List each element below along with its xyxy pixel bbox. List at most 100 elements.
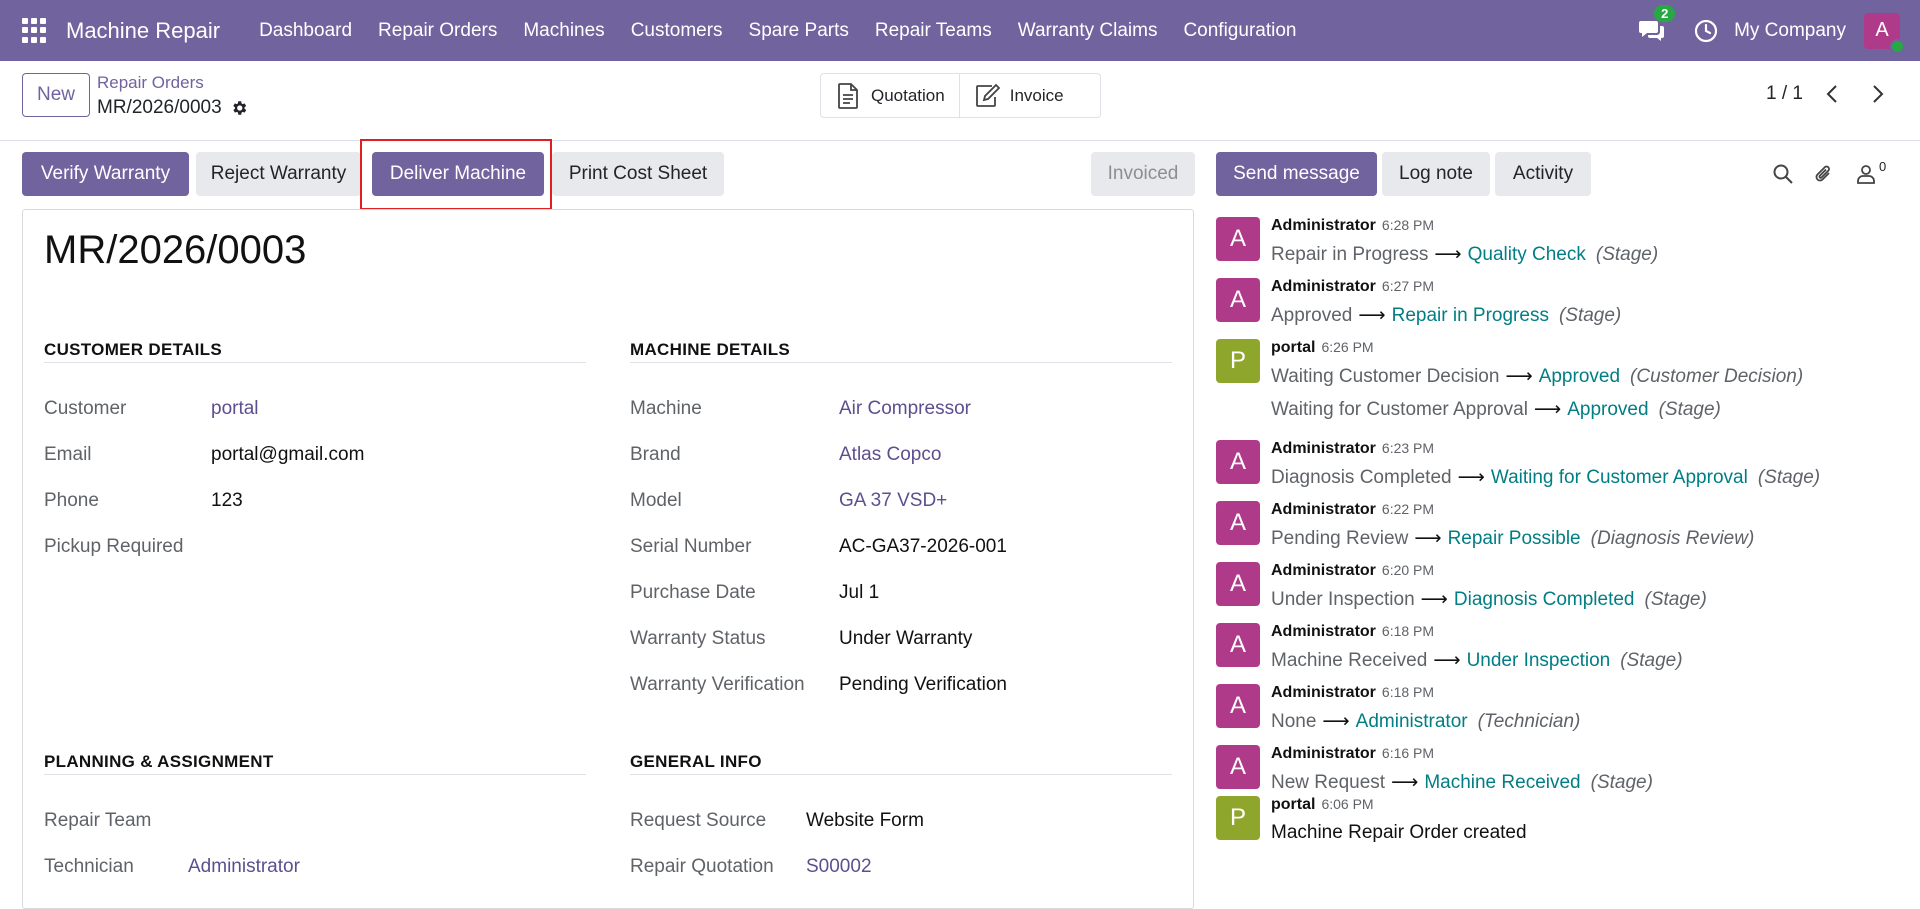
verify-warranty-button[interactable]: Verify Warranty <box>22 152 189 196</box>
warranty-verification-value[interactable]: Pending Verification <box>839 674 1007 696</box>
new-value[interactable]: Administrator <box>1356 711 1468 732</box>
message-author[interactable]: Administrator 6:20 PM <box>1271 562 1434 580</box>
arrow-icon: ⟶ <box>1433 650 1461 671</box>
menu-spare-parts[interactable]: Spare Parts <box>736 20 862 42</box>
request-source-value[interactable]: Website Form <box>806 810 924 832</box>
message-avatar[interactable]: A <box>1216 217 1260 261</box>
message-author[interactable]: Administrator 6:16 PM <box>1271 745 1434 763</box>
message-avatar[interactable]: A <box>1216 684 1260 728</box>
tracking-change: Waiting for Customer Approval ⟶ Approved (S… <box>1271 398 1721 421</box>
message-author[interactable]: Administrator 6:28 PM <box>1271 217 1434 235</box>
new-value[interactable]: Approved <box>1539 366 1620 387</box>
message-avatar[interactable]: A <box>1216 562 1260 606</box>
message-author[interactable]: portal 6:06 PM <box>1271 796 1374 814</box>
old-value: None <box>1271 711 1317 732</box>
chat-count-badge: 2 <box>1654 4 1676 22</box>
menu-configuration[interactable]: Configuration <box>1170 20 1309 42</box>
quotation-label: Quotation <box>871 85 945 105</box>
followers-count: 0 <box>1879 159 1887 174</box>
customer-value[interactable]: portal <box>211 398 259 420</box>
company-switcher[interactable]: My Company <box>1734 20 1846 42</box>
message-avatar[interactable]: A <box>1216 501 1260 545</box>
menu-machines[interactable]: Machines <box>510 20 617 42</box>
brand-value[interactable]: Atlas Copco <box>839 444 941 466</box>
serial-label: Serial Number <box>630 536 752 557</box>
new-value[interactable]: Repair in Progress <box>1392 305 1549 326</box>
warranty-status-value[interactable]: Under Warranty <box>839 628 972 650</box>
purchase-date-value[interactable]: Jul 1 <box>839 582 879 604</box>
clock-icon[interactable] <box>1694 19 1718 43</box>
user-avatar[interactable]: A <box>1864 12 1905 54</box>
message-author[interactable]: Administrator 6:18 PM <box>1271 684 1434 702</box>
chat-icon[interactable]: 2 <box>1638 4 1676 45</box>
message-author[interactable]: Administrator 6:23 PM <box>1271 440 1434 458</box>
old-value: Waiting for Customer Approval <box>1271 399 1528 420</box>
pickup-label: Pickup Required <box>44 536 184 557</box>
paperclip-icon[interactable] <box>1813 163 1835 185</box>
repair-quotation-label: Repair Quotation <box>630 856 774 877</box>
menu-repair-orders[interactable]: Repair Orders <box>365 20 510 42</box>
chevron-right-icon[interactable] <box>1866 83 1888 105</box>
message-avatar[interactable]: A <box>1216 623 1260 667</box>
message-time: 6:20 PM <box>1381 562 1435 578</box>
message-avatar[interactable]: A <box>1216 440 1260 484</box>
apps-grid-icon[interactable] <box>22 17 48 44</box>
menu-warranty-claims[interactable]: Warranty Claims <box>1005 20 1171 42</box>
new-value[interactable]: Approved <box>1567 399 1648 420</box>
breadcrumb-repair-orders[interactable]: Repair Orders <box>97 73 204 93</box>
technician-label: Technician <box>44 856 134 877</box>
repair-quotation-value[interactable]: S00002 <box>806 856 872 878</box>
message-avatar[interactable]: P <box>1216 796 1260 840</box>
tracked-field: (Technician) <box>1477 711 1581 732</box>
new-value[interactable]: Waiting for Customer Approval <box>1491 467 1748 488</box>
new-value[interactable]: Machine Received <box>1424 772 1580 793</box>
message-avatar[interactable]: A <box>1216 745 1260 789</box>
app-name[interactable]: Machine Repair <box>66 18 220 44</box>
smart-buttons: Quotation Invoice <box>820 73 1101 118</box>
customer-label: Customer <box>44 398 127 419</box>
message-body: Machine Repair Order created <box>1271 822 1527 843</box>
tracking-change: None ⟶ Administrator (Technician) <box>1271 710 1580 733</box>
machine-details-heading: MACHINE DETAILS <box>630 340 791 359</box>
message-author[interactable]: Administrator 6:22 PM <box>1271 501 1434 519</box>
message-author[interactable]: Administrator 6:18 PM <box>1271 623 1434 641</box>
new-button[interactable]: New <box>22 73 90 117</box>
old-value: Diagnosis Completed <box>1271 467 1452 488</box>
new-value[interactable]: Quality Check <box>1468 244 1586 265</box>
model-value[interactable]: GA 37 VSD+ <box>839 490 947 512</box>
arrow-icon: ⟶ <box>1457 467 1485 488</box>
email-value[interactable]: portal@gmail.com <box>211 444 364 466</box>
search-icon[interactable] <box>1772 163 1794 185</box>
message-time: 6:18 PM <box>1381 684 1435 700</box>
log-note-button[interactable]: Log note <box>1382 152 1490 196</box>
menu-dashboard[interactable]: Dashboard <box>246 20 365 42</box>
planning-heading: PLANNING & ASSIGNMENT <box>44 752 274 771</box>
new-value[interactable]: Repair Possible <box>1448 528 1581 549</box>
new-value[interactable]: Diagnosis Completed <box>1454 589 1635 610</box>
menu-repair-teams[interactable]: Repair Teams <box>862 20 1005 42</box>
technician-value[interactable]: Administrator <box>188 856 300 878</box>
machine-value[interactable]: Air Compressor <box>839 398 971 420</box>
serial-value[interactable]: AC-GA37-2026-001 <box>839 536 1007 558</box>
activity-button[interactable]: Activity <box>1495 152 1591 196</box>
message-author[interactable]: portal 6:26 PM <box>1271 339 1374 357</box>
quotation-smart-button[interactable]: Quotation <box>821 74 959 117</box>
menu-customers[interactable]: Customers <box>618 20 736 42</box>
new-value[interactable]: Under Inspection <box>1467 650 1611 671</box>
top-navbar: Machine Repair Dashboard Repair Orders M… <box>0 0 1920 61</box>
print-cost-sheet-button[interactable]: Print Cost Sheet <box>552 152 724 196</box>
message-avatar[interactable]: A <box>1216 278 1260 322</box>
gear-icon[interactable] <box>230 99 248 117</box>
followers-icon[interactable] <box>1855 163 1877 185</box>
message-author[interactable]: Administrator 6:27 PM <box>1271 278 1434 296</box>
message-avatar[interactable]: P <box>1216 339 1260 383</box>
repair-team-label: Repair Team <box>44 810 152 831</box>
reject-warranty-button[interactable]: Reject Warranty <box>196 152 361 196</box>
chevron-left-icon[interactable] <box>1822 83 1844 105</box>
phone-value[interactable]: 123 <box>211 490 243 512</box>
pager-value[interactable]: 1 / 1 <box>1766 83 1803 105</box>
arrow-icon: ⟶ <box>1358 305 1386 326</box>
phone-label: Phone <box>44 490 99 511</box>
invoice-smart-button[interactable]: Invoice <box>958 74 1078 117</box>
send-message-button[interactable]: Send message <box>1216 152 1377 196</box>
